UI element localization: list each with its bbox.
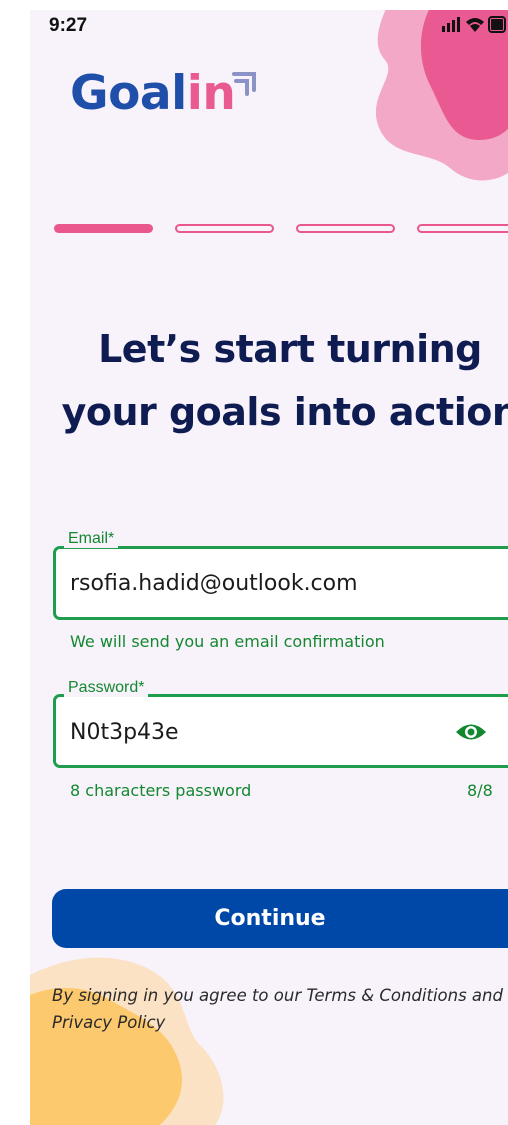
logo-text-goal: Goal [70,66,187,121]
progress-step-3 [296,224,395,233]
headline-line-1: Let’s start turning [98,327,482,371]
wifi-icon [466,18,484,32]
signal-icon [442,17,460,32]
battery-icon [488,16,506,33]
email-label: Email* [64,530,119,548]
password-label: Password* [64,679,149,697]
status-icons [442,16,506,33]
page-headline: Let’s start turning your goals into acti… [40,318,508,444]
terms-text[interactable]: By signing in you agree to our Terms & C… [52,982,508,1036]
email-input-value[interactable]: rsofia.hadid@outlook.com [70,571,358,596]
goalin-logo: Goalin [70,70,236,117]
progress-step-1 [54,224,153,233]
decorative-pink-blob [376,10,508,181]
password-char-counter: 8/8 [467,781,493,800]
logo-arrow-icon [232,72,256,96]
email-helper-text: We will send you an email confirmation [70,632,385,651]
password-input-value[interactable]: N0t3p43e [70,720,179,745]
decorative-yellow-blob [30,957,224,1125]
status-time: 9:27 [49,15,88,36]
eye-icon[interactable] [454,721,488,743]
progress-step-4 [417,224,508,233]
progress-step-2 [175,224,274,233]
password-helper-text: 8 characters password [70,781,252,800]
headline-line-2: your goals into action [61,390,508,434]
continue-button[interactable]: Continue [52,889,508,948]
